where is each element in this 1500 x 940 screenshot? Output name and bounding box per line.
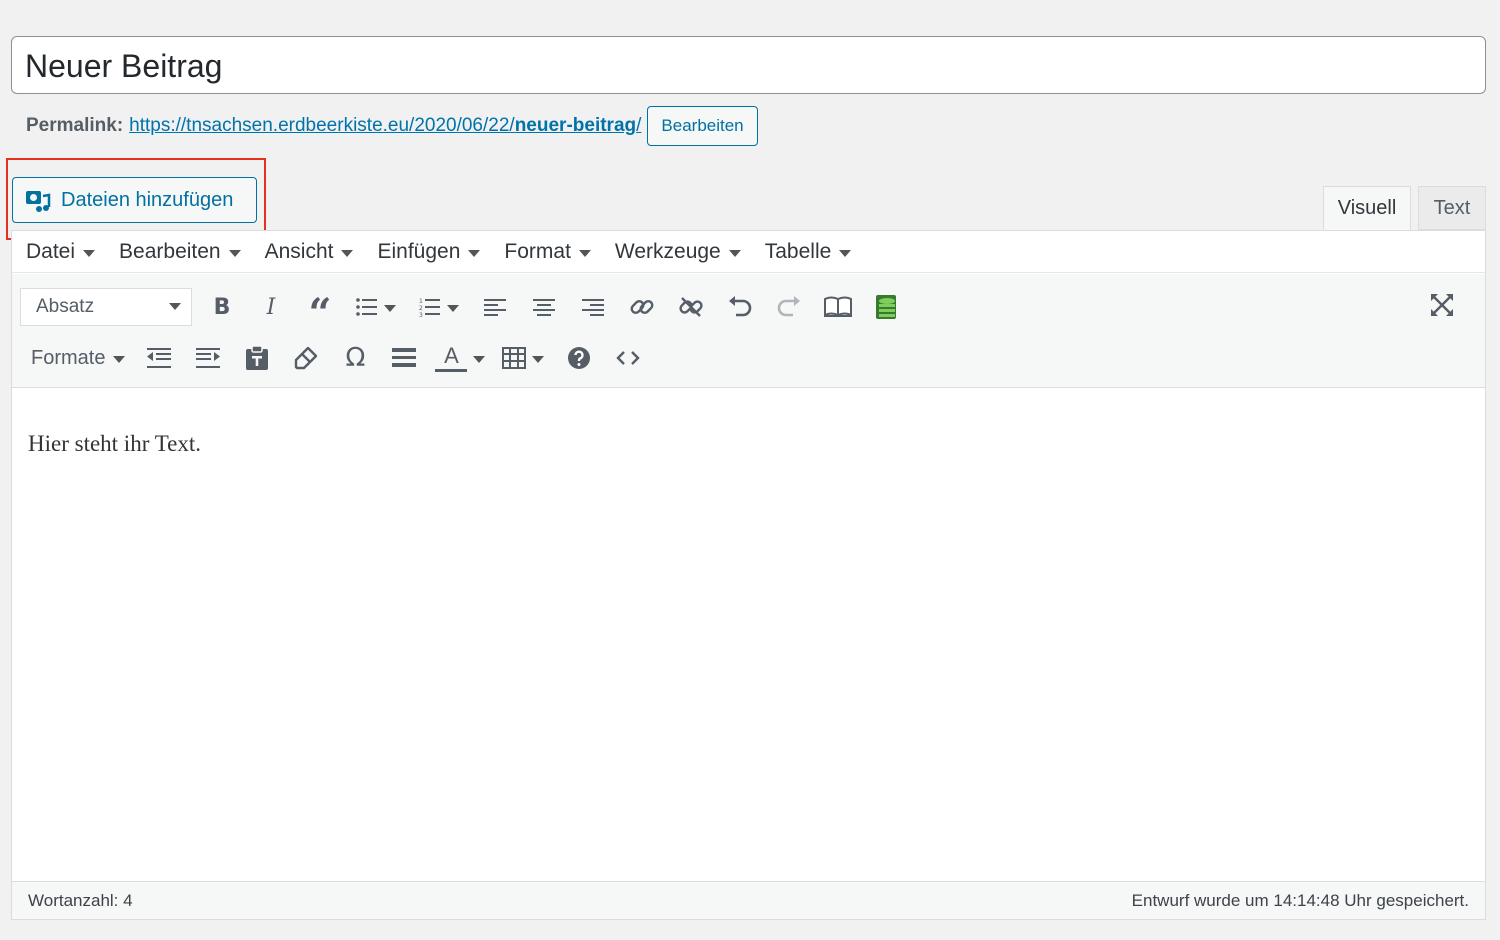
special-character-button[interactable]: Ω [335,338,375,378]
autosave-status: Entwurf wurde um 14:14:48 Uhr gespeicher… [1131,890,1469,910]
permalink-link[interactable]: https://tnsachsen.erdbeerkiste.eu/2020/0… [129,115,641,137]
align-center-icon [533,299,555,316]
table-button[interactable] [496,338,550,378]
chevron-down-icon [473,356,486,363]
bold-button[interactable]: B [202,287,242,327]
horizontal-line-icon [392,348,417,367]
menu-ansicht[interactable]: Ansicht [265,240,354,264]
tab-text[interactable]: Text [1418,186,1486,230]
add-media-button[interactable]: Dateien hinzufügen [12,177,257,223]
word-count: Wortanzahl: 4 [28,890,133,910]
remove-link-button[interactable] [671,287,711,327]
add-media-icon [26,191,51,212]
svg-text:3: 3 [419,312,423,317]
format-select[interactable]: Absatz [20,288,192,326]
numbered-list-icon: 123 [419,298,440,317]
redo-icon [777,296,800,317]
permalink-row: Permalink: https://tnsachsen.erdbeerkist… [26,106,758,146]
chevron-down-icon [839,249,852,257]
horizontal-line-button[interactable] [384,338,424,378]
redo-button[interactable] [769,287,809,327]
align-left-icon [484,299,506,316]
chevron-down-icon [384,305,396,312]
svg-text:1: 1 [419,298,423,305]
indent-icon [196,348,221,368]
outdent-icon [147,348,172,368]
database-icon [876,295,896,319]
clipboard-icon [246,345,269,370]
table-icon [502,347,527,369]
fullscreen-button[interactable] [1422,285,1462,325]
edit-permalink-button[interactable]: Bearbeiten [647,106,758,146]
bullet-list-button[interactable] [349,287,403,327]
paste-text-button[interactable] [237,338,277,378]
formats-dropdown[interactable]: Formate [31,347,126,370]
chevron-down-icon [728,249,741,257]
editor-menubar: Datei Bearbeiten Ansicht Einfügen Format… [12,231,1485,273]
post-title-input[interactable]: Neuer Beitrag [11,36,1486,94]
editor-content[interactable]: Hier steht ihr Text. [28,431,201,457]
align-right-icon [582,299,604,316]
editor-statusbar: Wortanzahl: 4 Entwurf wurde um 14:14:48 … [12,881,1485,919]
code-icon [616,351,641,365]
align-right-button[interactable] [573,287,613,327]
chevron-down-icon [83,249,96,257]
chevron-down-icon [341,249,354,257]
tab-visual[interactable]: Visuell [1323,186,1411,230]
outdent-button[interactable] [139,338,179,378]
undo-button[interactable] [720,287,760,327]
omega-icon: Ω [345,343,366,373]
chevron-down-icon [113,356,126,363]
numbered-list-button[interactable]: 123 [412,287,466,327]
italic-icon: I [266,294,276,320]
svg-text:2: 2 [419,305,423,312]
help-button[interactable] [559,338,599,378]
bullet-list-icon [356,298,377,316]
text-color-button[interactable]: A [433,338,487,378]
editor-toolbar: Absatz B I “ 123 Formate Ω A [12,274,1485,388]
menu-bearbeiten[interactable]: Bearbeiten [119,240,241,264]
book-icon [824,296,852,317]
code-button[interactable] [608,338,648,378]
help-icon [568,347,591,369]
clear-formatting-button[interactable] [286,338,326,378]
indent-button[interactable] [188,338,228,378]
chevron-down-icon [532,356,545,363]
unlink-icon [679,297,703,317]
menu-datei[interactable]: Datei [26,240,96,264]
quote-icon: “ [308,290,332,337]
bold-icon: B [213,294,231,320]
plugin-button[interactable] [867,287,907,327]
chevron-down-icon [169,303,181,310]
blockquote-button[interactable]: “ [300,287,340,334]
italic-button[interactable]: I [251,287,291,327]
align-left-button[interactable] [475,287,515,327]
chevron-down-icon [228,249,241,257]
menu-einfuegen[interactable]: Einfügen [377,240,481,264]
menu-tabelle[interactable]: Tabelle [765,240,852,264]
chevron-down-icon [447,305,459,312]
align-center-button[interactable] [524,287,564,327]
link-icon [630,300,654,314]
chevron-down-icon [468,249,481,257]
eraser-icon [295,346,318,370]
permalink-label: Permalink: [26,115,124,136]
menu-format[interactable]: Format [504,240,591,264]
insert-link-button[interactable] [622,287,662,327]
undo-icon [729,296,752,317]
read-more-button[interactable] [818,287,858,327]
text-color-icon: A [435,344,468,372]
menu-werkzeuge[interactable]: Werkzeuge [615,240,741,264]
add-media-label: Dateien hinzufügen [61,188,234,211]
chevron-down-icon [578,249,591,257]
fullscreen-icon [1431,294,1453,316]
editor: Datei Bearbeiten Ansicht Einfügen Format… [11,230,1486,920]
